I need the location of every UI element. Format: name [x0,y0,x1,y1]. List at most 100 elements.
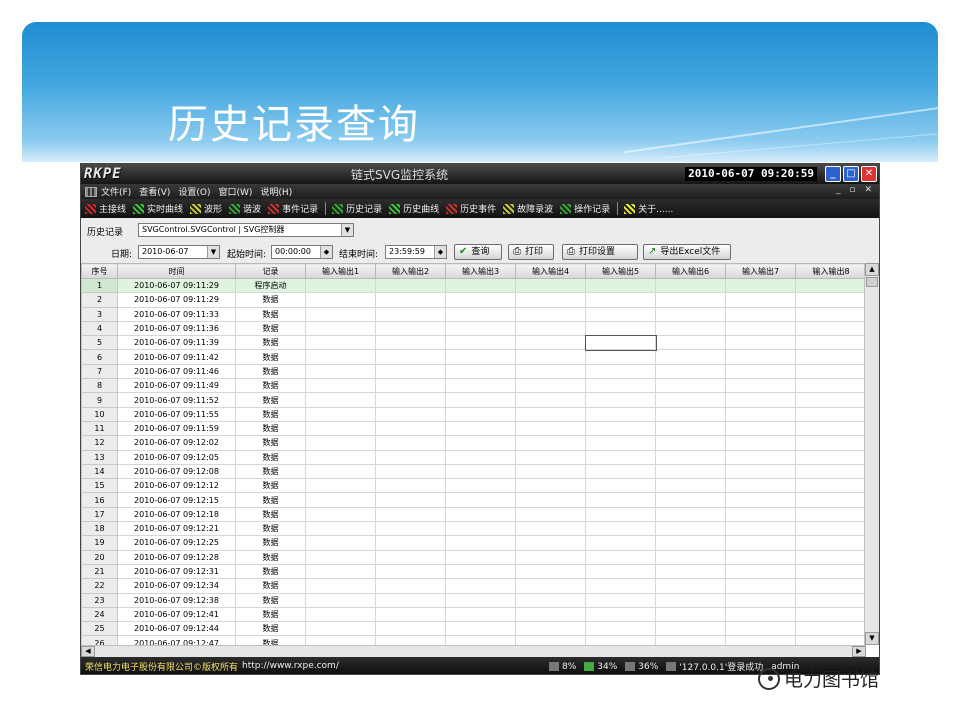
table-row[interactable]: 4 2010-06-07 09:11:36 数据 [81,320,866,337]
table-cell[interactable] [515,335,586,351]
table-cell[interactable] [515,349,586,365]
table-cell[interactable] [655,320,726,337]
table-cell[interactable] [795,635,866,645]
table-cell[interactable] [655,578,726,594]
close-button[interactable]: ✕ [861,166,877,182]
toolbar-item-3[interactable]: 谐波 [229,202,261,215]
table-cell[interactable] [515,435,586,451]
history-source-select[interactable]: SVGControl.SVGControl | SVG控制器 ▼ [138,223,354,237]
table-cell[interactable]: 数据 [235,621,306,637]
table-cell[interactable] [725,521,796,537]
table-cell[interactable]: 2010-06-07 09:12:05 [117,449,236,465]
table-cell[interactable] [305,363,376,380]
table-cell[interactable]: 2010-06-07 09:11:33 [117,306,236,322]
table-cell[interactable] [375,378,446,394]
table-cell[interactable] [725,277,796,294]
table-cell[interactable] [655,635,726,645]
table-cell[interactable] [795,435,866,451]
table-cell[interactable] [795,320,866,337]
print-setup-button[interactable]: ⎙ 打印设置 [562,244,638,260]
table-cell[interactable]: 数据 [235,463,306,480]
table-cell[interactable] [445,463,516,480]
table-cell[interactable] [305,463,376,480]
table-cell[interactable]: 12 [81,435,118,451]
maximize-button[interactable]: □ [843,166,859,182]
table-cell[interactable]: 17 [81,506,118,523]
table-cell[interactable] [305,535,376,551]
table-cell[interactable] [515,277,586,294]
table-cell[interactable] [725,563,796,580]
table-cell[interactable] [375,306,446,322]
table-cell[interactable] [795,292,866,308]
table-cell[interactable]: 数据 [235,335,306,351]
table-cell[interactable] [655,592,726,608]
toolbar-item-4[interactable]: 事件记录 [268,202,318,215]
table-cell[interactable]: 数据 [235,378,306,394]
table-cell[interactable] [445,335,516,351]
table-cell[interactable]: 2010-06-07 09:11:49 [117,378,236,394]
table-cell[interactable] [515,592,586,608]
table-cell[interactable] [795,592,866,608]
table-row[interactable]: 19 2010-06-07 09:12:25 数据 [81,535,866,551]
toolbar-item-7[interactable]: 历史事件 [446,202,496,215]
table-cell[interactable] [375,363,446,380]
toolbar-item-10[interactable]: 关于...... [624,202,673,215]
toolbar-item-5[interactable]: 历史记录 [332,202,382,215]
table-cell[interactable] [305,406,376,422]
table-cell[interactable] [515,563,586,580]
table-cell[interactable] [305,549,376,565]
table-row[interactable]: 8 2010-06-07 09:11:49 数据 [81,378,866,394]
toolbar-item-0[interactable]: 主接线 [85,202,126,215]
column-header[interactable]: 输入输出4 [515,263,586,279]
table-cell[interactable] [375,463,446,480]
table-cell[interactable]: 数据 [235,392,306,408]
column-header[interactable]: 输入输出5 [585,263,656,279]
table-cell[interactable] [515,449,586,465]
table-cell[interactable] [375,335,446,351]
table-cell[interactable] [795,521,866,537]
table-cell[interactable] [445,506,516,523]
table-cell[interactable] [585,292,656,308]
table-cell[interactable] [655,306,726,322]
table-cell[interactable] [795,621,866,637]
table-cell[interactable]: 数据 [235,578,306,594]
table-row[interactable]: 16 2010-06-07 09:12:15 数据 [81,492,866,508]
table-cell[interactable] [795,506,866,523]
table-cell[interactable] [445,549,516,565]
column-header[interactable]: 序号 [81,263,118,279]
table-cell[interactable]: 数据 [235,320,306,337]
table-cell[interactable] [725,363,796,380]
table-cell[interactable] [375,521,446,537]
table-cell[interactable] [725,449,796,465]
table-cell[interactable]: 2010-06-07 09:12:47 [117,635,236,645]
table-row[interactable]: 7 2010-06-07 09:11:46 数据 [81,363,866,380]
column-header[interactable]: 输入输出8 [795,263,866,279]
table-cell[interactable] [515,378,586,394]
table-cell[interactable] [585,506,656,523]
print-button[interactable]: ⎙ 打印 [508,244,554,260]
table-cell[interactable]: 数据 [235,492,306,508]
table-row[interactable]: 21 2010-06-07 09:12:31 数据 [81,563,866,580]
export-excel-button[interactable]: ↗ 导出Excel文件 [643,244,731,260]
table-cell[interactable] [305,635,376,645]
table-cell[interactable] [375,292,446,308]
table-cell[interactable] [725,392,796,408]
table-cell[interactable] [515,492,586,508]
table-cell[interactable] [655,406,726,422]
table-cell[interactable] [305,392,376,408]
table-cell[interactable] [655,549,726,565]
table-cell[interactable] [725,578,796,594]
table-cell[interactable] [375,420,446,437]
table-cell[interactable]: 6 [81,349,118,365]
table-cell[interactable] [515,420,586,437]
spinner-icon[interactable]: ◆ [320,246,332,258]
table-cell[interactable]: 2010-06-07 09:11:29 [117,292,236,308]
table-row[interactable]: 9 2010-06-07 09:11:52 数据 [81,392,866,408]
table-cell[interactable] [375,563,446,580]
table-cell[interactable]: 3 [81,306,118,322]
table-cell[interactable] [795,392,866,408]
table-cell[interactable] [795,420,866,437]
scroll-left-icon[interactable]: ◀ [81,646,95,657]
table-cell[interactable] [375,406,446,422]
table-cell[interactable] [655,420,726,437]
